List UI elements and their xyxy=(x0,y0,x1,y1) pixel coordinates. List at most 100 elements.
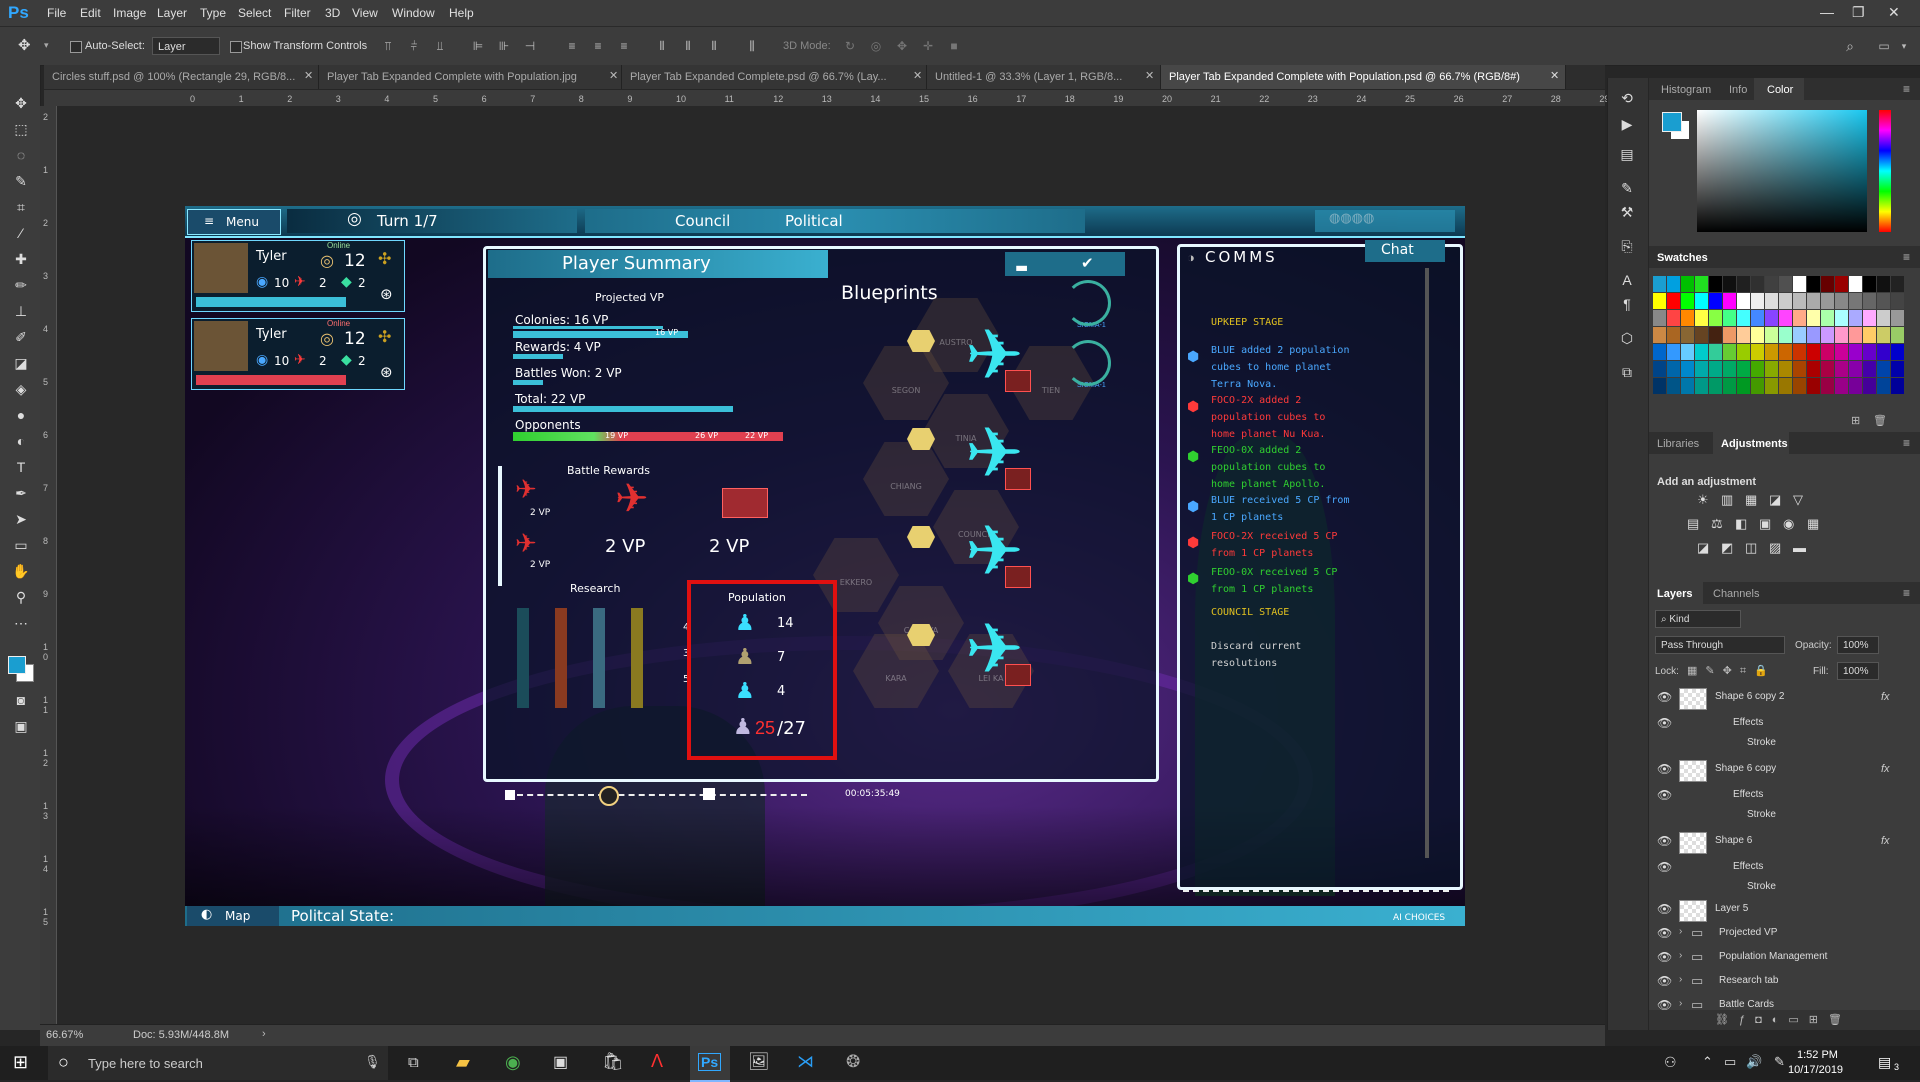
color-swatch[interactable] xyxy=(1849,293,1862,309)
color-swatch[interactable] xyxy=(1863,293,1876,309)
color-swatch[interactable] xyxy=(1737,378,1750,394)
trash-icon[interactable]: 🗑 xyxy=(1873,414,1887,427)
color-swatch[interactable] xyxy=(1737,327,1750,343)
layer-row[interactable]: 👁 › ▭ Population Management xyxy=(1649,946,1920,971)
chat-tab[interactable]: Chat xyxy=(1365,240,1445,262)
healing-brush-icon[interactable]: ✚ xyxy=(10,249,32,269)
map-button[interactable]: ◐ Map xyxy=(187,906,279,926)
color-swatch[interactable] xyxy=(1807,310,1820,326)
chevron-right-icon[interactable]: › xyxy=(262,1028,266,1040)
color-swatch[interactable] xyxy=(1821,378,1834,394)
photo-filter-icon[interactable]: ▣ xyxy=(1759,516,1771,532)
fx-icon[interactable]: fx xyxy=(1881,763,1890,775)
eyedropper-icon[interactable]: ⁄ xyxy=(10,223,32,243)
3d-drag-icon[interactable]: ✥ xyxy=(894,37,910,55)
political-tab[interactable]: Political xyxy=(785,212,843,230)
visibility-eye-icon[interactable]: 👁 xyxy=(1657,974,1672,988)
search-icon[interactable]: ⌕ xyxy=(1842,37,1858,55)
blueprint-weapon-slot[interactable] xyxy=(1005,664,1031,686)
clone-source-icon[interactable]: ⎘ xyxy=(1616,236,1638,256)
visibility-eye-icon[interactable]: 👁 xyxy=(1657,716,1672,730)
color-swatch[interactable] xyxy=(1681,276,1694,292)
color-swatch[interactable] xyxy=(1737,344,1750,360)
color-swatch[interactable] xyxy=(1835,276,1848,292)
color-swatch[interactable] xyxy=(1751,276,1764,292)
color-swatch[interactable] xyxy=(1681,378,1694,394)
color-swatch[interactable] xyxy=(1709,361,1722,377)
color-swatch[interactable] xyxy=(1681,293,1694,309)
visibility-eye-icon[interactable]: 👁 xyxy=(1657,762,1672,776)
blueprint-badge[interactable] xyxy=(907,526,935,548)
color-swatch[interactable] xyxy=(1653,310,1666,326)
panel-menu-icon[interactable]: ≡ xyxy=(1903,250,1910,264)
color-swatch[interactable] xyxy=(1653,327,1666,343)
align-top-icon[interactable]: ⫪ xyxy=(380,37,396,55)
layer-row[interactable]: 👁 Effects xyxy=(1649,858,1920,879)
menu-type[interactable]: Type xyxy=(200,6,226,20)
layer-row[interactable]: Stroke xyxy=(1649,806,1920,827)
color-swatch[interactable] xyxy=(1667,361,1680,377)
color-swatch[interactable] xyxy=(1891,293,1904,309)
color-swatch[interactable] xyxy=(1863,344,1876,360)
color-swatch[interactable] xyxy=(1779,344,1792,360)
color-swatch[interactable] xyxy=(1709,310,1722,326)
color-swatch[interactable] xyxy=(1751,378,1764,394)
tab-layers[interactable]: Layers xyxy=(1657,588,1692,600)
color-swatch[interactable] xyxy=(1835,378,1848,394)
vibrance-icon[interactable]: ▽ xyxy=(1793,492,1803,508)
comms-scrollbar[interactable] xyxy=(1425,268,1429,858)
color-swatch[interactable] xyxy=(1765,293,1778,309)
chevron-right-icon[interactable]: › xyxy=(1679,950,1682,961)
close-tab-icon[interactable]: ✕ xyxy=(1550,69,1559,82)
color-swatch[interactable] xyxy=(1807,378,1820,394)
new-swatch-icon[interactable]: ⊞ xyxy=(1851,414,1860,427)
volume-icon[interactable]: 🔊 xyxy=(1746,1054,1762,1070)
tab-player-tab-jpg[interactable]: Player Tab Expanded Complete with Popula… xyxy=(319,65,622,89)
color-swatch[interactable] xyxy=(1667,293,1680,309)
blueprint-weapon-slot[interactable] xyxy=(1005,468,1031,490)
network-icon[interactable]: ▭ xyxy=(1724,1054,1736,1070)
distribute-vcenter-icon[interactable]: ≡ xyxy=(590,37,606,55)
color-swatch[interactable] xyxy=(1877,344,1890,360)
exposure-icon[interactable]: ◪ xyxy=(1769,492,1781,508)
menu-layer[interactable]: Layer xyxy=(157,6,187,20)
color-swatch[interactable] xyxy=(1807,293,1820,309)
color-swatch[interactable] xyxy=(1709,378,1722,394)
opacity-input[interactable]: 100% xyxy=(1837,636,1879,654)
color-swatch[interactable] xyxy=(1751,344,1764,360)
color-swatch[interactable] xyxy=(1751,327,1764,343)
color-swatch[interactable] xyxy=(1779,293,1792,309)
quick-mask-icon[interactable]: ◙ xyxy=(10,690,32,710)
color-swatch[interactable] xyxy=(1709,276,1722,292)
3d-cube-icon[interactable]: ⬡ xyxy=(1616,328,1638,348)
color-swatch[interactable] xyxy=(1723,361,1736,377)
path-select-icon[interactable]: ➤ xyxy=(10,509,32,529)
color-swatch[interactable] xyxy=(1751,310,1764,326)
color-swatch[interactable] xyxy=(1877,276,1890,292)
color-swatch[interactable] xyxy=(1779,361,1792,377)
lock-icons[interactable]: ▦✎✥⌗🔒 xyxy=(1687,664,1776,678)
fx-icon[interactable]: fx xyxy=(1881,691,1890,703)
color-swatch[interactable] xyxy=(1667,344,1680,360)
ai-choices-label[interactable]: AI CHOICES xyxy=(1393,913,1445,923)
windows-start-icon[interactable]: ⊞ xyxy=(13,1052,28,1073)
invert-icon[interactable]: ◪ xyxy=(1697,540,1709,556)
crop-tool-icon[interactable]: ⌗ xyxy=(10,197,32,217)
visibility-eye-icon[interactable]: 👁 xyxy=(1657,926,1672,940)
game-ui-document[interactable]: ≡ Menu ◎ Turn 1/7 Council Political ◍◍◍◍… xyxy=(185,206,1465,926)
menu-file[interactable]: File xyxy=(47,6,66,20)
chevron-down-icon[interactable]: ▾ xyxy=(44,40,49,51)
settings-icon[interactable]: ⊛ xyxy=(380,363,393,381)
color-swatch[interactable] xyxy=(1667,276,1680,292)
photos-icon[interactable]: 🖼 xyxy=(748,1052,770,1072)
color-swatch[interactable] xyxy=(1779,327,1792,343)
posterize-icon[interactable]: ◩ xyxy=(1721,540,1733,556)
color-swatch[interactable] xyxy=(1779,378,1792,394)
panel-menu-icon[interactable]: ≡ xyxy=(1903,436,1910,450)
layer-row[interactable]: 👁 Effects xyxy=(1649,786,1920,807)
swatch-grid[interactable] xyxy=(1653,276,1904,396)
visibility-eye-icon[interactable]: 👁 xyxy=(1657,690,1672,704)
color-swatch[interactable] xyxy=(1765,327,1778,343)
tab-color[interactable]: Color xyxy=(1767,84,1793,96)
color-swatch[interactable] xyxy=(1723,276,1736,292)
